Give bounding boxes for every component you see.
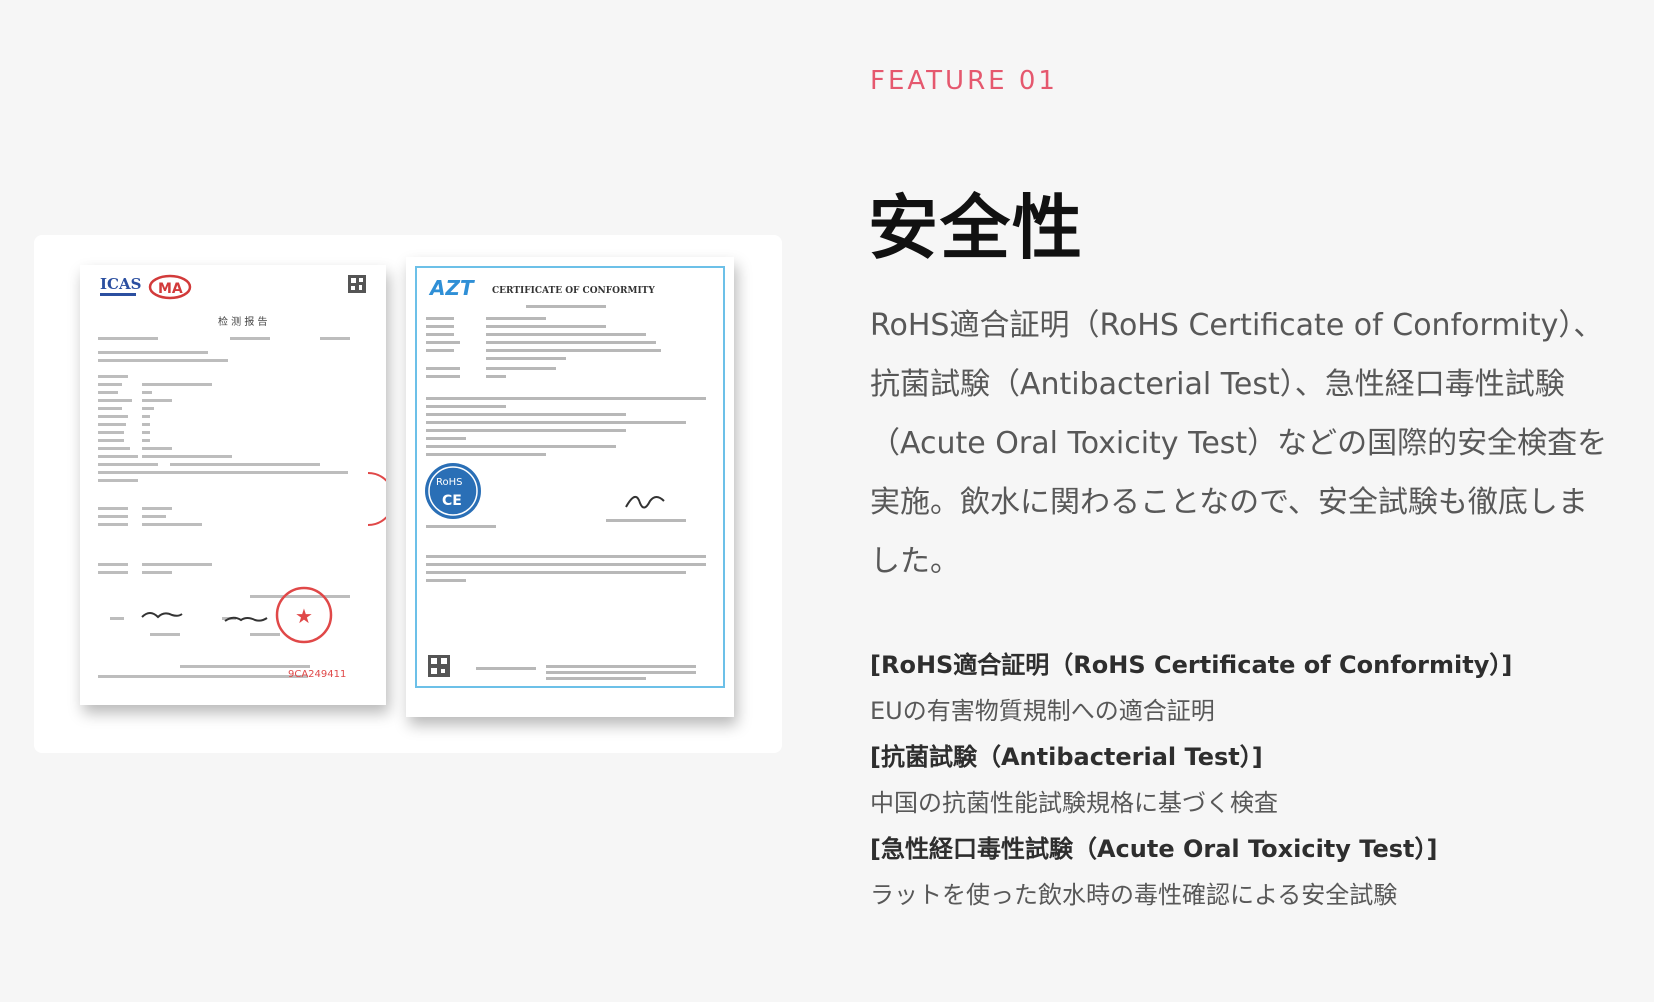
feature-label: FEATURE 01 xyxy=(870,66,1058,96)
certification-description-antibacterial: 中国の抗菌性能試験規格に基づく検査 xyxy=(870,789,1278,817)
stamp-code: 9CA249411 xyxy=(288,669,346,680)
certification-heading-antibacterial: [抗菌試験（Antibacterial Test）] xyxy=(870,743,1263,771)
rohs-ce-badge-icon xyxy=(425,463,481,519)
certificate-of-conformity-document: AZT CERTIFICATE OF CONFORMITY RoHS CE xyxy=(406,257,734,717)
certification-list: [RoHS適合証明（RoHS Certificate of Conformity… xyxy=(870,642,1630,918)
svg-text:CE: CE xyxy=(442,493,462,509)
svg-text:★: ★ xyxy=(295,604,313,628)
svg-text:MA: MA xyxy=(158,281,183,297)
certification-description-oral-toxicity: ラットを使った飲水時の毒性確認による安全試験 xyxy=(870,881,1398,909)
icas-logo: ICAS xyxy=(100,275,141,293)
certification-heading-oral-toxicity: [急性経口毒性試験（Acute Oral Toxicity Test）] xyxy=(870,835,1438,863)
feature-description: RoHS適合証明（RoHS Certificate of Conformity）… xyxy=(870,308,1608,579)
azt-logo: AZT xyxy=(428,276,475,300)
report-title: 检 测 报 告 xyxy=(218,315,268,328)
test-report-image: ICAS MA 检 测 报 告 ★ 9CA249411 xyxy=(80,265,386,705)
certificate-title: CERTIFICATE OF CONFORMITY xyxy=(492,286,655,296)
certificate-image-panel: ICAS MA 检 测 报 告 ★ 9CA249411 AZT CERTIFIC… xyxy=(34,235,782,753)
qr-code-icon xyxy=(428,655,450,677)
certificate-image: AZT CERTIFICATE OF CONFORMITY RoHS CE xyxy=(406,257,734,717)
svg-text:RoHS: RoHS xyxy=(436,477,462,488)
certification-heading-rohs: [RoHS適合証明（RoHS Certificate of Conformity… xyxy=(870,651,1513,679)
qr-code-icon xyxy=(348,275,366,293)
test-report-document: ICAS MA 检 测 报 告 ★ 9CA249411 xyxy=(80,265,386,705)
section-title: 安全性 xyxy=(868,187,1084,269)
certification-description-rohs: EUの有害物質規制への適合証明 xyxy=(870,697,1215,725)
